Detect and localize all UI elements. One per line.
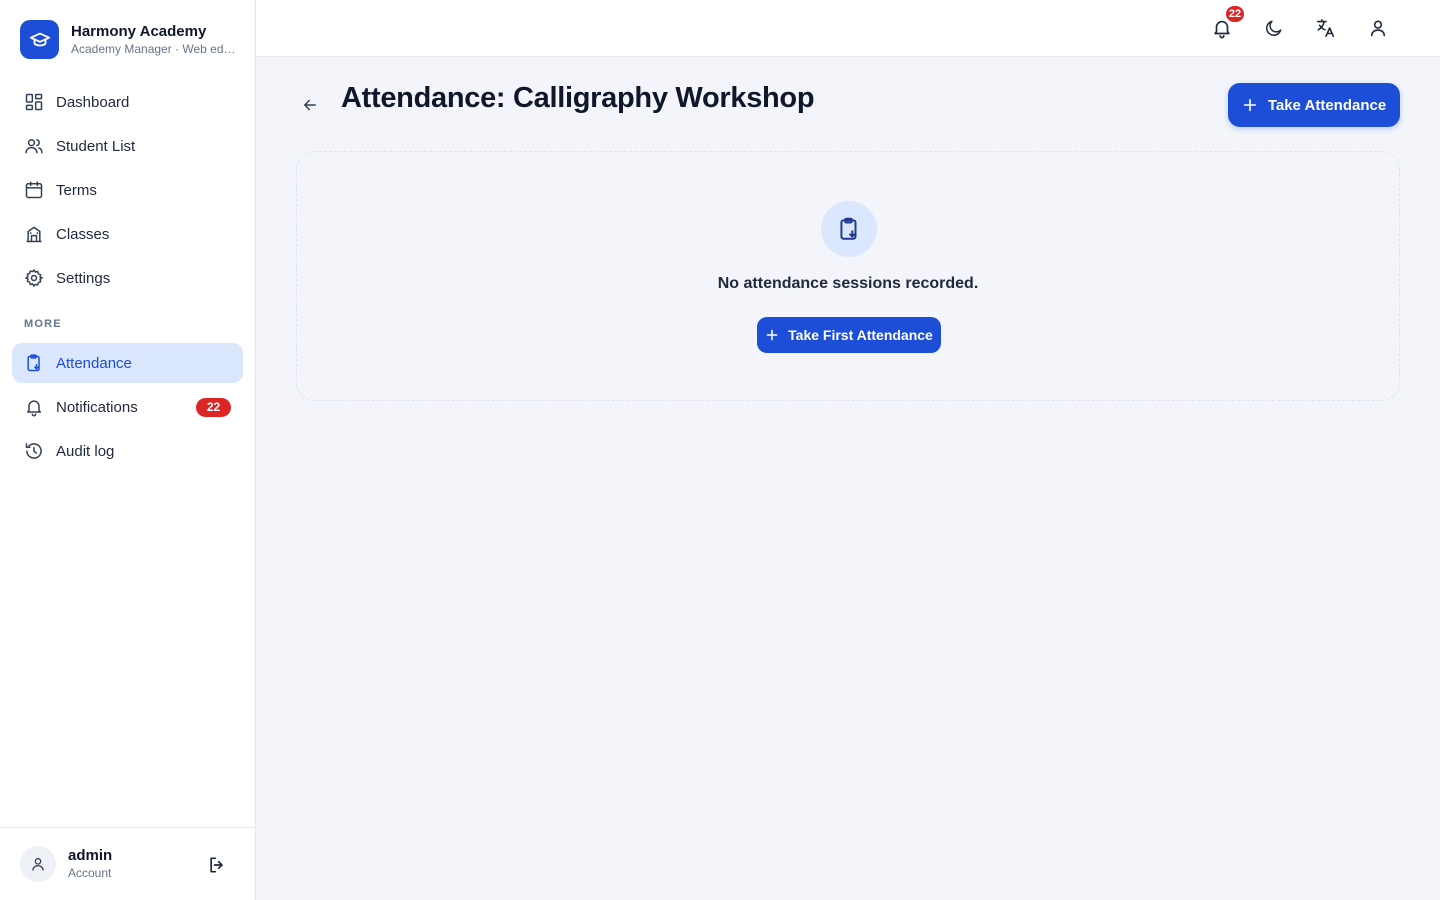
translate-icon bbox=[1316, 18, 1335, 38]
account-name: admin bbox=[68, 847, 113, 864]
sidebar-item-label: Classes bbox=[56, 225, 110, 243]
plus-icon bbox=[765, 328, 779, 342]
sidebar: Harmony Academy Academy Manager · Web ed… bbox=[0, 0, 256, 900]
topbar: 22 bbox=[256, 0, 1440, 57]
sidebar-item-label: Terms bbox=[56, 181, 97, 199]
sidebar-nav: Dashboard Student List Terms Classes Set… bbox=[12, 82, 243, 475]
language-button[interactable] bbox=[1312, 14, 1340, 42]
user-icon bbox=[32, 858, 44, 871]
calendar-icon bbox=[24, 180, 44, 200]
account-role: Account bbox=[68, 866, 112, 880]
page-title: Attendance: Calligraphy Workshop bbox=[341, 82, 815, 114]
take-first-attendance-label: Take First Attendance bbox=[788, 327, 933, 343]
sidebar-item-student-list[interactable]: Student List bbox=[12, 126, 243, 166]
sidebar-item-label: Dashboard bbox=[56, 93, 130, 111]
take-attendance-button[interactable]: Take Attendance bbox=[1228, 83, 1400, 127]
sidebar-item-label: Notifications bbox=[56, 398, 138, 416]
sidebar-item-settings[interactable]: Settings bbox=[12, 258, 243, 298]
brand[interactable]: Harmony Academy Academy Manager · Web ed… bbox=[20, 20, 236, 59]
sidebar-item-label: Audit log bbox=[56, 442, 115, 460]
sidebar-item-label: Settings bbox=[56, 269, 111, 287]
sidebar-item-label: Attendance bbox=[56, 354, 132, 372]
notification-count-badge: 22 bbox=[1224, 4, 1246, 24]
notification-count-badge: 22 bbox=[196, 397, 231, 417]
empty-state-card: No attendance sessions recorded. Take Fi… bbox=[296, 151, 1400, 401]
dashboard-icon bbox=[24, 92, 44, 112]
bell-icon bbox=[24, 397, 44, 417]
sidebar-item-classes[interactable]: Classes bbox=[12, 214, 243, 254]
brand-title: Harmony Academy bbox=[71, 23, 207, 40]
moon-icon bbox=[1266, 20, 1282, 36]
clipboard-check-icon bbox=[24, 353, 44, 373]
user-icon bbox=[1370, 20, 1386, 37]
take-first-attendance-button[interactable]: Take First Attendance bbox=[757, 317, 941, 353]
sidebar-item-attendance[interactable]: Attendance bbox=[12, 343, 243, 383]
empty-state-message: No attendance sessions recorded. bbox=[717, 275, 979, 292]
sidebar-item-notifications[interactable]: Notifications 22 bbox=[12, 387, 243, 427]
gear-icon bbox=[24, 268, 44, 288]
avatar[interactable] bbox=[20, 846, 56, 882]
nav-section-more: MORE bbox=[24, 318, 62, 330]
sidebar-item-dashboard[interactable]: Dashboard bbox=[12, 82, 243, 122]
building-icon bbox=[24, 224, 44, 244]
history-icon bbox=[24, 441, 44, 461]
account-panel: admin Account bbox=[0, 827, 255, 900]
logout-icon[interactable] bbox=[206, 854, 228, 876]
sidebar-item-audit-log[interactable]: Audit log bbox=[12, 431, 243, 471]
take-attendance-label: Take Attendance bbox=[1267, 96, 1387, 114]
back-button[interactable] bbox=[298, 93, 322, 117]
profile-button[interactable] bbox=[1364, 14, 1392, 42]
sidebar-item-label: Student List bbox=[56, 137, 136, 155]
users-icon bbox=[24, 136, 44, 156]
dark-mode-toggle[interactable] bbox=[1260, 14, 1288, 42]
arrow-left-icon bbox=[304, 99, 316, 111]
graduation-cap-icon bbox=[20, 20, 59, 59]
brand-subtitle: Academy Manager · Web edition bbox=[71, 42, 236, 56]
clipboard-check-icon bbox=[821, 201, 877, 257]
plus-icon bbox=[1242, 97, 1258, 113]
sidebar-item-terms[interactable]: Terms bbox=[12, 170, 243, 210]
